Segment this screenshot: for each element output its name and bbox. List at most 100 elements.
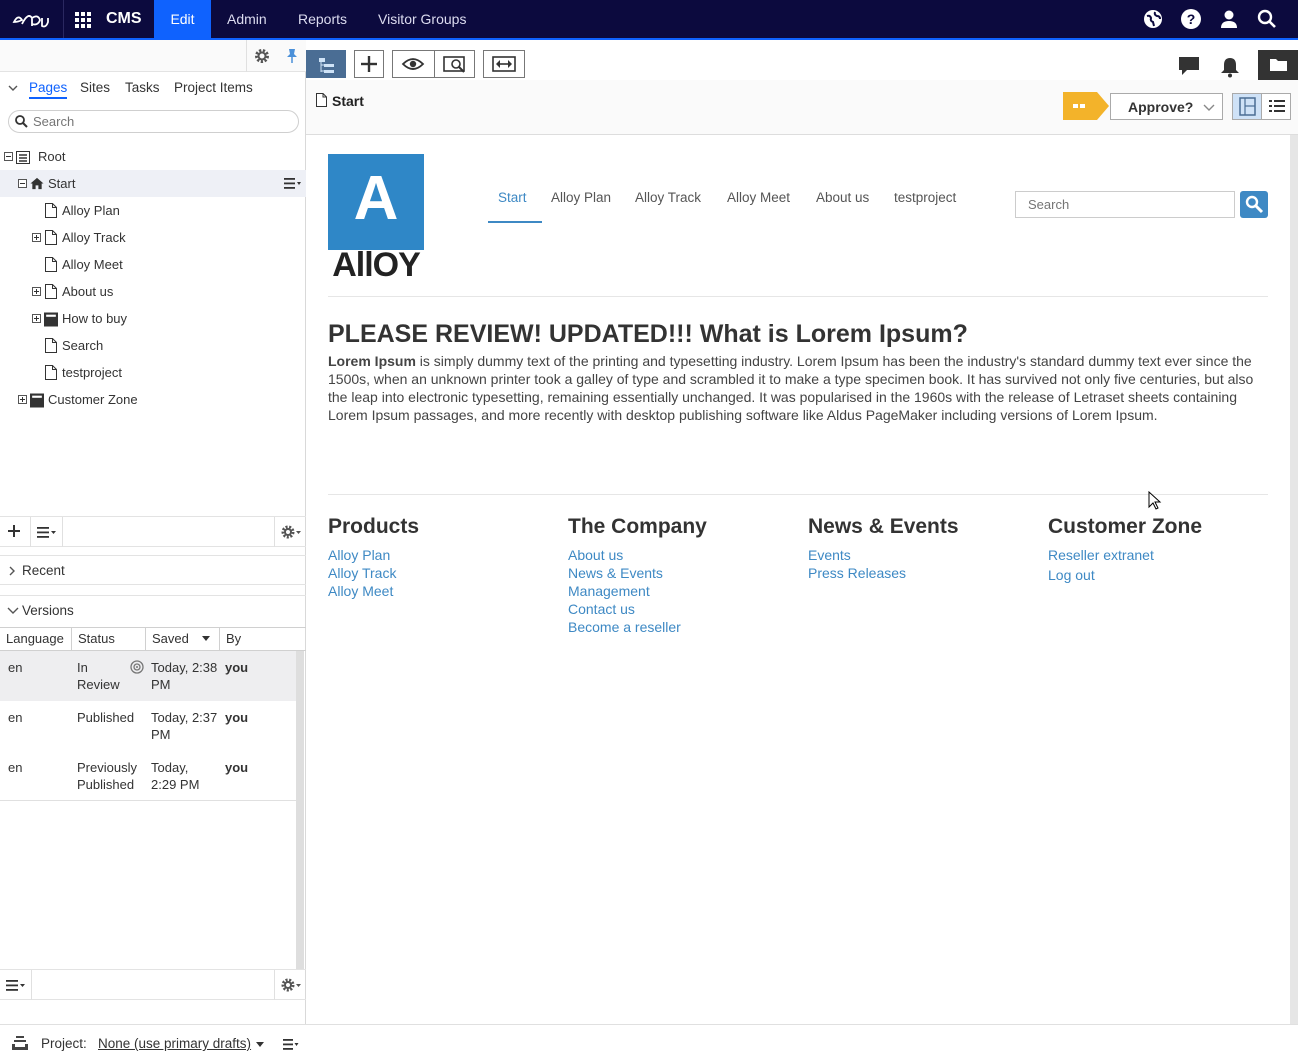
- search-icon[interactable]: [1256, 8, 1278, 30]
- footer-link[interactable]: News & Events: [568, 564, 663, 582]
- tree-node-alloy-plan[interactable]: Alloy Plan: [0, 197, 306, 224]
- site-search-field[interactable]: [1015, 191, 1235, 218]
- site-search-button[interactable]: [1240, 191, 1268, 218]
- preview-eye-icon[interactable]: [393, 51, 434, 77]
- comments-icon[interactable]: [1178, 56, 1200, 76]
- globe-icon[interactable]: [1142, 8, 1164, 30]
- version-row[interactable]: en Published Today, 2:37 PM you: [0, 701, 296, 751]
- version-status: Previously Published: [77, 760, 137, 792]
- main-toolbar: [306, 40, 1298, 80]
- tree-node-search[interactable]: Search: [0, 332, 306, 359]
- tree-node-alloy-meet[interactable]: Alloy Meet: [0, 251, 306, 278]
- apps-grid-icon[interactable]: [64, 0, 100, 38]
- preview-button-group[interactable]: [392, 50, 475, 78]
- footer-link[interactable]: Alloy Meet: [328, 582, 393, 600]
- tab-reports[interactable]: Reports: [298, 0, 347, 38]
- site-nav-alloy-meet[interactable]: Alloy Meet: [727, 190, 790, 205]
- tab-visitor-groups[interactable]: Visitor Groups: [378, 0, 466, 38]
- collapse-icon[interactable]: [18, 179, 27, 188]
- column-saved[interactable]: Saved: [146, 628, 220, 650]
- tab-tasks[interactable]: Tasks: [125, 80, 160, 95]
- footer-link[interactable]: About us: [568, 546, 623, 564]
- versions-scrollbar[interactable]: [296, 651, 304, 969]
- tab-project-items[interactable]: Project Items: [174, 80, 253, 95]
- preview-scrollbar[interactable]: [1290, 135, 1298, 1024]
- all-properties-view-icon[interactable]: [1263, 94, 1291, 119]
- tree-node-start[interactable]: Start: [0, 170, 306, 197]
- footer-link[interactable]: Contact us: [568, 600, 635, 618]
- footer-link[interactable]: Alloy Plan: [328, 546, 390, 564]
- version-row[interactable]: en In Review Today, 2:38 PM you: [0, 651, 296, 701]
- compare-preview-icon[interactable]: [435, 51, 475, 77]
- list-menu-icon[interactable]: [6, 980, 26, 991]
- approve-dropdown[interactable]: Approve?: [1110, 93, 1223, 120]
- settings-gear-icon[interactable]: [280, 524, 302, 540]
- tab-sites[interactable]: Sites: [80, 80, 110, 95]
- review-status-badge[interactable]: [1063, 92, 1109, 120]
- expand-icon[interactable]: [32, 314, 41, 323]
- tab-edit[interactable]: Edit: [154, 0, 211, 38]
- site-nav-about-us[interactable]: About us: [816, 190, 869, 205]
- project-selector[interactable]: None (use primary drafts): [98, 1036, 251, 1051]
- tree-node-testproject[interactable]: testproject: [0, 359, 306, 386]
- article-body: Lorem Ipsum is simply dummy text of the …: [328, 352, 1270, 424]
- chevron-down-icon[interactable]: [7, 82, 19, 94]
- project-menu-icon[interactable]: [283, 1039, 299, 1050]
- tree-node-root[interactable]: Root: [0, 143, 306, 170]
- list-menu-icon[interactable]: [37, 527, 57, 538]
- version-row[interactable]: en Previously Published Today, 2:29 PM y…: [0, 751, 296, 801]
- add-icon[interactable]: [7, 524, 21, 538]
- alloy-logo-box[interactable]: A: [328, 154, 424, 250]
- compare-versions-button[interactable]: [483, 50, 525, 78]
- expand-icon[interactable]: [18, 395, 27, 404]
- caret-down-icon[interactable]: [256, 1042, 264, 1047]
- tree-icon: [319, 58, 334, 73]
- episerver-logo[interactable]: [0, 0, 64, 38]
- tab-pages[interactable]: Pages: [29, 80, 68, 99]
- settings-gear-icon[interactable]: [280, 977, 302, 993]
- on-page-edit-view-icon[interactable]: [1233, 94, 1262, 119]
- add-content-button[interactable]: [354, 50, 384, 78]
- footer-link[interactable]: Alloy Track: [328, 564, 396, 582]
- footer-link[interactable]: Press Releases: [808, 564, 906, 582]
- assets-pane-toggle[interactable]: [1258, 50, 1298, 80]
- column-language[interactable]: Language: [0, 628, 72, 650]
- context-menu-icon[interactable]: [284, 178, 302, 189]
- epi-logo-icon: [12, 15, 49, 28]
- top-navigation-bar: CMS Edit Admin Reports Visitor Groups ?: [0, 0, 1298, 38]
- toggle-navigation-pane-button[interactable]: [306, 50, 346, 78]
- search-input[interactable]: [33, 113, 283, 130]
- footer-link[interactable]: Reseller extranet: [1048, 546, 1154, 564]
- version-saved: Today, 2:38 PM: [151, 660, 218, 692]
- tree-node-alloy-track[interactable]: Alloy Track: [0, 224, 306, 251]
- pin-icon[interactable]: [283, 47, 301, 65]
- expand-icon[interactable]: [32, 233, 41, 242]
- notifications-bell-icon[interactable]: [1220, 56, 1240, 78]
- site-nav-testproject[interactable]: testproject: [894, 190, 956, 205]
- navigation-pane: Pages Sites Tasks Project Items Root Sta…: [0, 40, 306, 1024]
- tab-admin[interactable]: Admin: [227, 0, 267, 38]
- tree-node-about-us[interactable]: About us: [0, 278, 306, 305]
- versions-section-header[interactable]: Versions: [0, 595, 306, 625]
- user-icon[interactable]: [1218, 8, 1240, 30]
- page-tree-search[interactable]: [8, 110, 299, 133]
- logo-wordmark: AllOY: [332, 246, 421, 284]
- site-nav-start[interactable]: Start: [498, 190, 527, 205]
- column-by[interactable]: By: [220, 628, 306, 650]
- version-language: en: [8, 710, 23, 725]
- column-status[interactable]: Status: [72, 628, 146, 650]
- expand-icon[interactable]: [32, 287, 41, 296]
- collapse-icon[interactable]: [4, 152, 13, 161]
- site-nav-alloy-plan[interactable]: Alloy Plan: [551, 190, 611, 205]
- tree-node-how-to-buy[interactable]: How to buy: [0, 305, 306, 332]
- site-nav-alloy-track[interactable]: Alloy Track: [635, 190, 701, 205]
- footer-link[interactable]: Log out: [1048, 566, 1095, 584]
- site-search-input[interactable]: [1028, 196, 1224, 213]
- help-icon[interactable]: ?: [1180, 8, 1202, 30]
- footer-link[interactable]: Management: [568, 582, 650, 600]
- tree-node-customer-zone[interactable]: Customer Zone: [0, 386, 306, 413]
- footer-link[interactable]: Become a reseller: [568, 618, 681, 636]
- settings-gear-icon[interactable]: [253, 47, 271, 65]
- recent-section-header[interactable]: Recent: [0, 555, 306, 585]
- footer-link[interactable]: Events: [808, 546, 851, 564]
